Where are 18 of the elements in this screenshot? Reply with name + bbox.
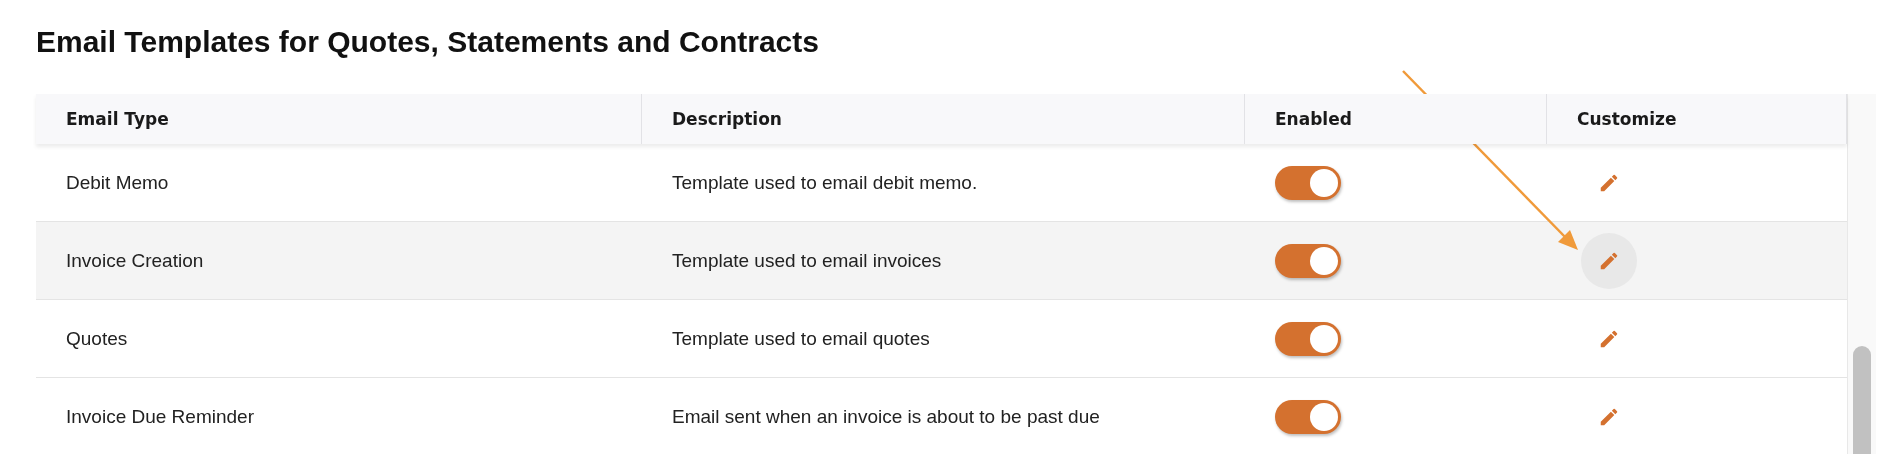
column-header: Description: [672, 109, 782, 129]
description: Template used to email invoices: [672, 249, 942, 272]
column-header: Customize: [1577, 109, 1677, 129]
column-header: Email Type: [66, 109, 169, 129]
table-row[interactable]: Invoice Creation Template used to email invoices: [36, 222, 1847, 300]
description: Template used to email debit memo.: [672, 171, 978, 194]
description: Email sent when an invoice is about to be past due: [672, 405, 1100, 428]
email-type: Invoice Creation: [66, 249, 204, 272]
email-type: Invoice Due Reminder: [66, 405, 254, 428]
page-title: Email Templates for Quotes, Statements and Contracts: [36, 24, 819, 60]
email-type: Quotes: [66, 327, 128, 350]
column-header: Enabled: [1275, 109, 1352, 129]
toggle-switch[interactable]: [1275, 165, 1341, 200]
description: Template used to email quotes: [672, 327, 930, 350]
toggle-switch[interactable]: [1275, 321, 1341, 356]
toggle-switch[interactable]: [1275, 243, 1341, 278]
toggle-switch[interactable]: [1275, 399, 1341, 434]
email-type: Debit Memo: [66, 171, 169, 194]
